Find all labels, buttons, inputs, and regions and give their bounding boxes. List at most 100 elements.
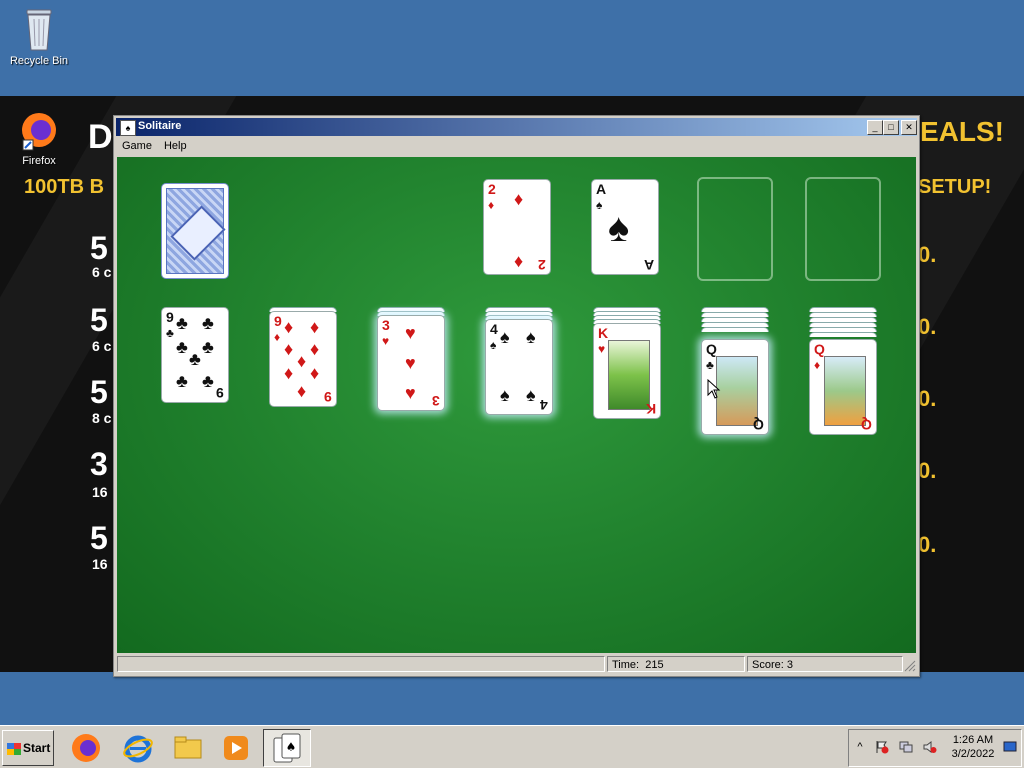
wallpaper-row: 3 (90, 446, 108, 482)
hidden-card (701, 327, 769, 332)
time-label: Time: (612, 659, 640, 671)
media-player-icon[interactable] (220, 732, 252, 764)
wallpaper-row-sub: 16 (92, 556, 108, 572)
taskbar: Start ♠ ^ 1:26 AM 3/2/2022 (0, 725, 1024, 768)
mouse-cursor-icon (707, 379, 721, 399)
title-bar[interactable]: ♠ Solitaire _ □ ✕ (116, 118, 917, 136)
tableau-card[interactable]: 3 ♥ ♥ ♥ ♥ 3 (377, 315, 445, 411)
wallpaper-subline-right: SETUP! (918, 176, 992, 198)
solitaire-icon: ♠ (273, 733, 301, 763)
desktop-icon-firefox[interactable]: Firefox (4, 108, 74, 167)
club-icon: ♣ (189, 349, 201, 369)
resize-grip-icon[interactable] (904, 660, 916, 672)
club-icon: ♣ (176, 371, 188, 391)
foundation-1[interactable]: 2 ♦ ♦ ♦ 2 (483, 179, 551, 275)
tableau-card[interactable]: K ♥ K (593, 323, 661, 419)
diamond-icon: ♦ (310, 339, 320, 359)
club-icon: ♣ (202, 313, 214, 333)
clock[interactable]: 1:26 AM 3/2/2022 (949, 733, 997, 761)
foundation-3-empty[interactable] (697, 177, 773, 281)
diamond-icon: ♦ (284, 339, 294, 359)
wallpaper-row: 5 (90, 520, 108, 556)
card-rank: 4 (540, 397, 548, 413)
tableau-card[interactable]: 9 ♦ ♦ ♦ ♦ ♦ ♦ ♦ ♦ ♦ 9 (269, 311, 337, 407)
show-hidden-icons-chevron-icon[interactable]: ^ (853, 740, 867, 754)
heart-icon: ♥ (382, 334, 390, 348)
club-icon: ♣ (176, 313, 188, 333)
card-rank: A (596, 181, 607, 197)
network-icon[interactable] (899, 740, 913, 754)
wallpaper-row-right: 0. (918, 314, 937, 339)
action-center-flag-icon[interactable] (875, 740, 889, 754)
wallpaper-row-sub: 6 c (92, 338, 112, 354)
club-icon: ♣ (706, 358, 714, 372)
solitaire-window: ♠ Solitaire _ □ ✕ Game Help 2 ♦ ♦ ♦ 2 A ♠… (113, 115, 920, 677)
diamond-icon: ♦ (297, 381, 307, 401)
clock-time: 1:26 AM (952, 734, 994, 746)
card-rank: 2 (538, 257, 546, 273)
foundation-4-empty[interactable] (805, 177, 881, 281)
svg-text:♠: ♠ (286, 740, 297, 754)
maximize-button[interactable]: □ (883, 120, 899, 135)
diamond-icon: ♦ (814, 358, 821, 372)
spade-icon: ♠ (526, 385, 536, 405)
wallpaper-headline-left: D (88, 118, 113, 156)
card-rank: K (645, 401, 656, 417)
desktop-icon-label: Firefox (22, 155, 56, 167)
wallpaper-row-sub: 6 c (92, 264, 112, 280)
diamond-icon: ♦ (310, 363, 320, 383)
status-message (117, 656, 605, 672)
wallpaper-row-right: 0. (918, 532, 937, 557)
card-rank: Q (753, 417, 764, 433)
game-table: 2 ♦ ♦ ♦ 2 A ♠ ♠ A 9 ♣ ♣ ♣ ♣ ♣ ♣ ♣ ♣ 9 9 … (117, 157, 916, 653)
start-button[interactable]: Start (2, 730, 54, 766)
stock-pile[interactable] (161, 183, 229, 279)
diamond-icon: ♦ (514, 189, 524, 209)
show-desktop-icon[interactable] (1003, 740, 1017, 754)
score-value: 3 (786, 659, 793, 671)
window-title: Solitaire (138, 120, 182, 132)
card-rank: A (643, 257, 654, 273)
menu-game[interactable]: Game (116, 137, 158, 155)
heart-icon: ♥ (405, 383, 416, 403)
firefox-icon[interactable] (70, 732, 102, 764)
wallpaper-row-sub: 8 c (92, 410, 112, 426)
wallpaper-row: 5 (90, 302, 108, 338)
taskbar-solitaire-button[interactable]: ♠ (263, 729, 311, 767)
card-rank: 9 (216, 385, 224, 401)
tableau-card[interactable]: 9 ♣ ♣ ♣ ♣ ♣ ♣ ♣ ♣ 9 (161, 307, 229, 403)
tableau-card[interactable]: Q ♦ Q (809, 339, 877, 435)
heart-icon: ♥ (405, 323, 416, 343)
close-button[interactable]: ✕ (901, 120, 917, 135)
spade-icon: ♠ (490, 338, 497, 352)
time-value: 215 (645, 659, 664, 671)
foundation-2[interactable]: A ♠ ♠ A (591, 179, 659, 275)
file-explorer-icon[interactable] (172, 732, 204, 764)
minimize-button[interactable]: _ (867, 120, 883, 135)
tableau-card[interactable]: 4 ♠ ♠ ♠ ♠ ♠ 4 (485, 319, 553, 415)
spade-icon: ♠ (500, 385, 510, 405)
wallpaper-row-right: 0. (918, 458, 937, 483)
system-tray: ^ 1:26 AM 3/2/2022 (848, 729, 1022, 767)
recycle-bin-icon (26, 9, 52, 51)
card-rank: Q (861, 417, 872, 433)
wallpaper-subline-left: 100TB B (24, 176, 105, 198)
status-time: Time: 215 (607, 656, 745, 672)
desktop-icon-recycle-bin[interactable]: Recycle Bin (4, 6, 74, 67)
card-rank: Q (706, 341, 717, 357)
club-icon: ♣ (166, 326, 174, 340)
internet-explorer-icon[interactable] (122, 732, 154, 764)
status-score: Score: 3 (747, 656, 903, 672)
firefox-icon (22, 113, 56, 151)
club-icon: ♣ (202, 371, 214, 391)
menu-help[interactable]: Help (158, 137, 193, 155)
club-icon: ♣ (176, 337, 188, 357)
diamond-icon: ♦ (488, 198, 495, 212)
volume-muted-icon[interactable] (923, 740, 937, 754)
heart-icon: ♥ (405, 353, 416, 373)
card-rank: Q (814, 341, 825, 357)
wallpaper-row-right: 0. (918, 242, 937, 267)
card-rank: 3 (382, 317, 390, 333)
diamond-icon: ♦ (514, 251, 524, 271)
diamond-icon: ♦ (284, 363, 294, 383)
